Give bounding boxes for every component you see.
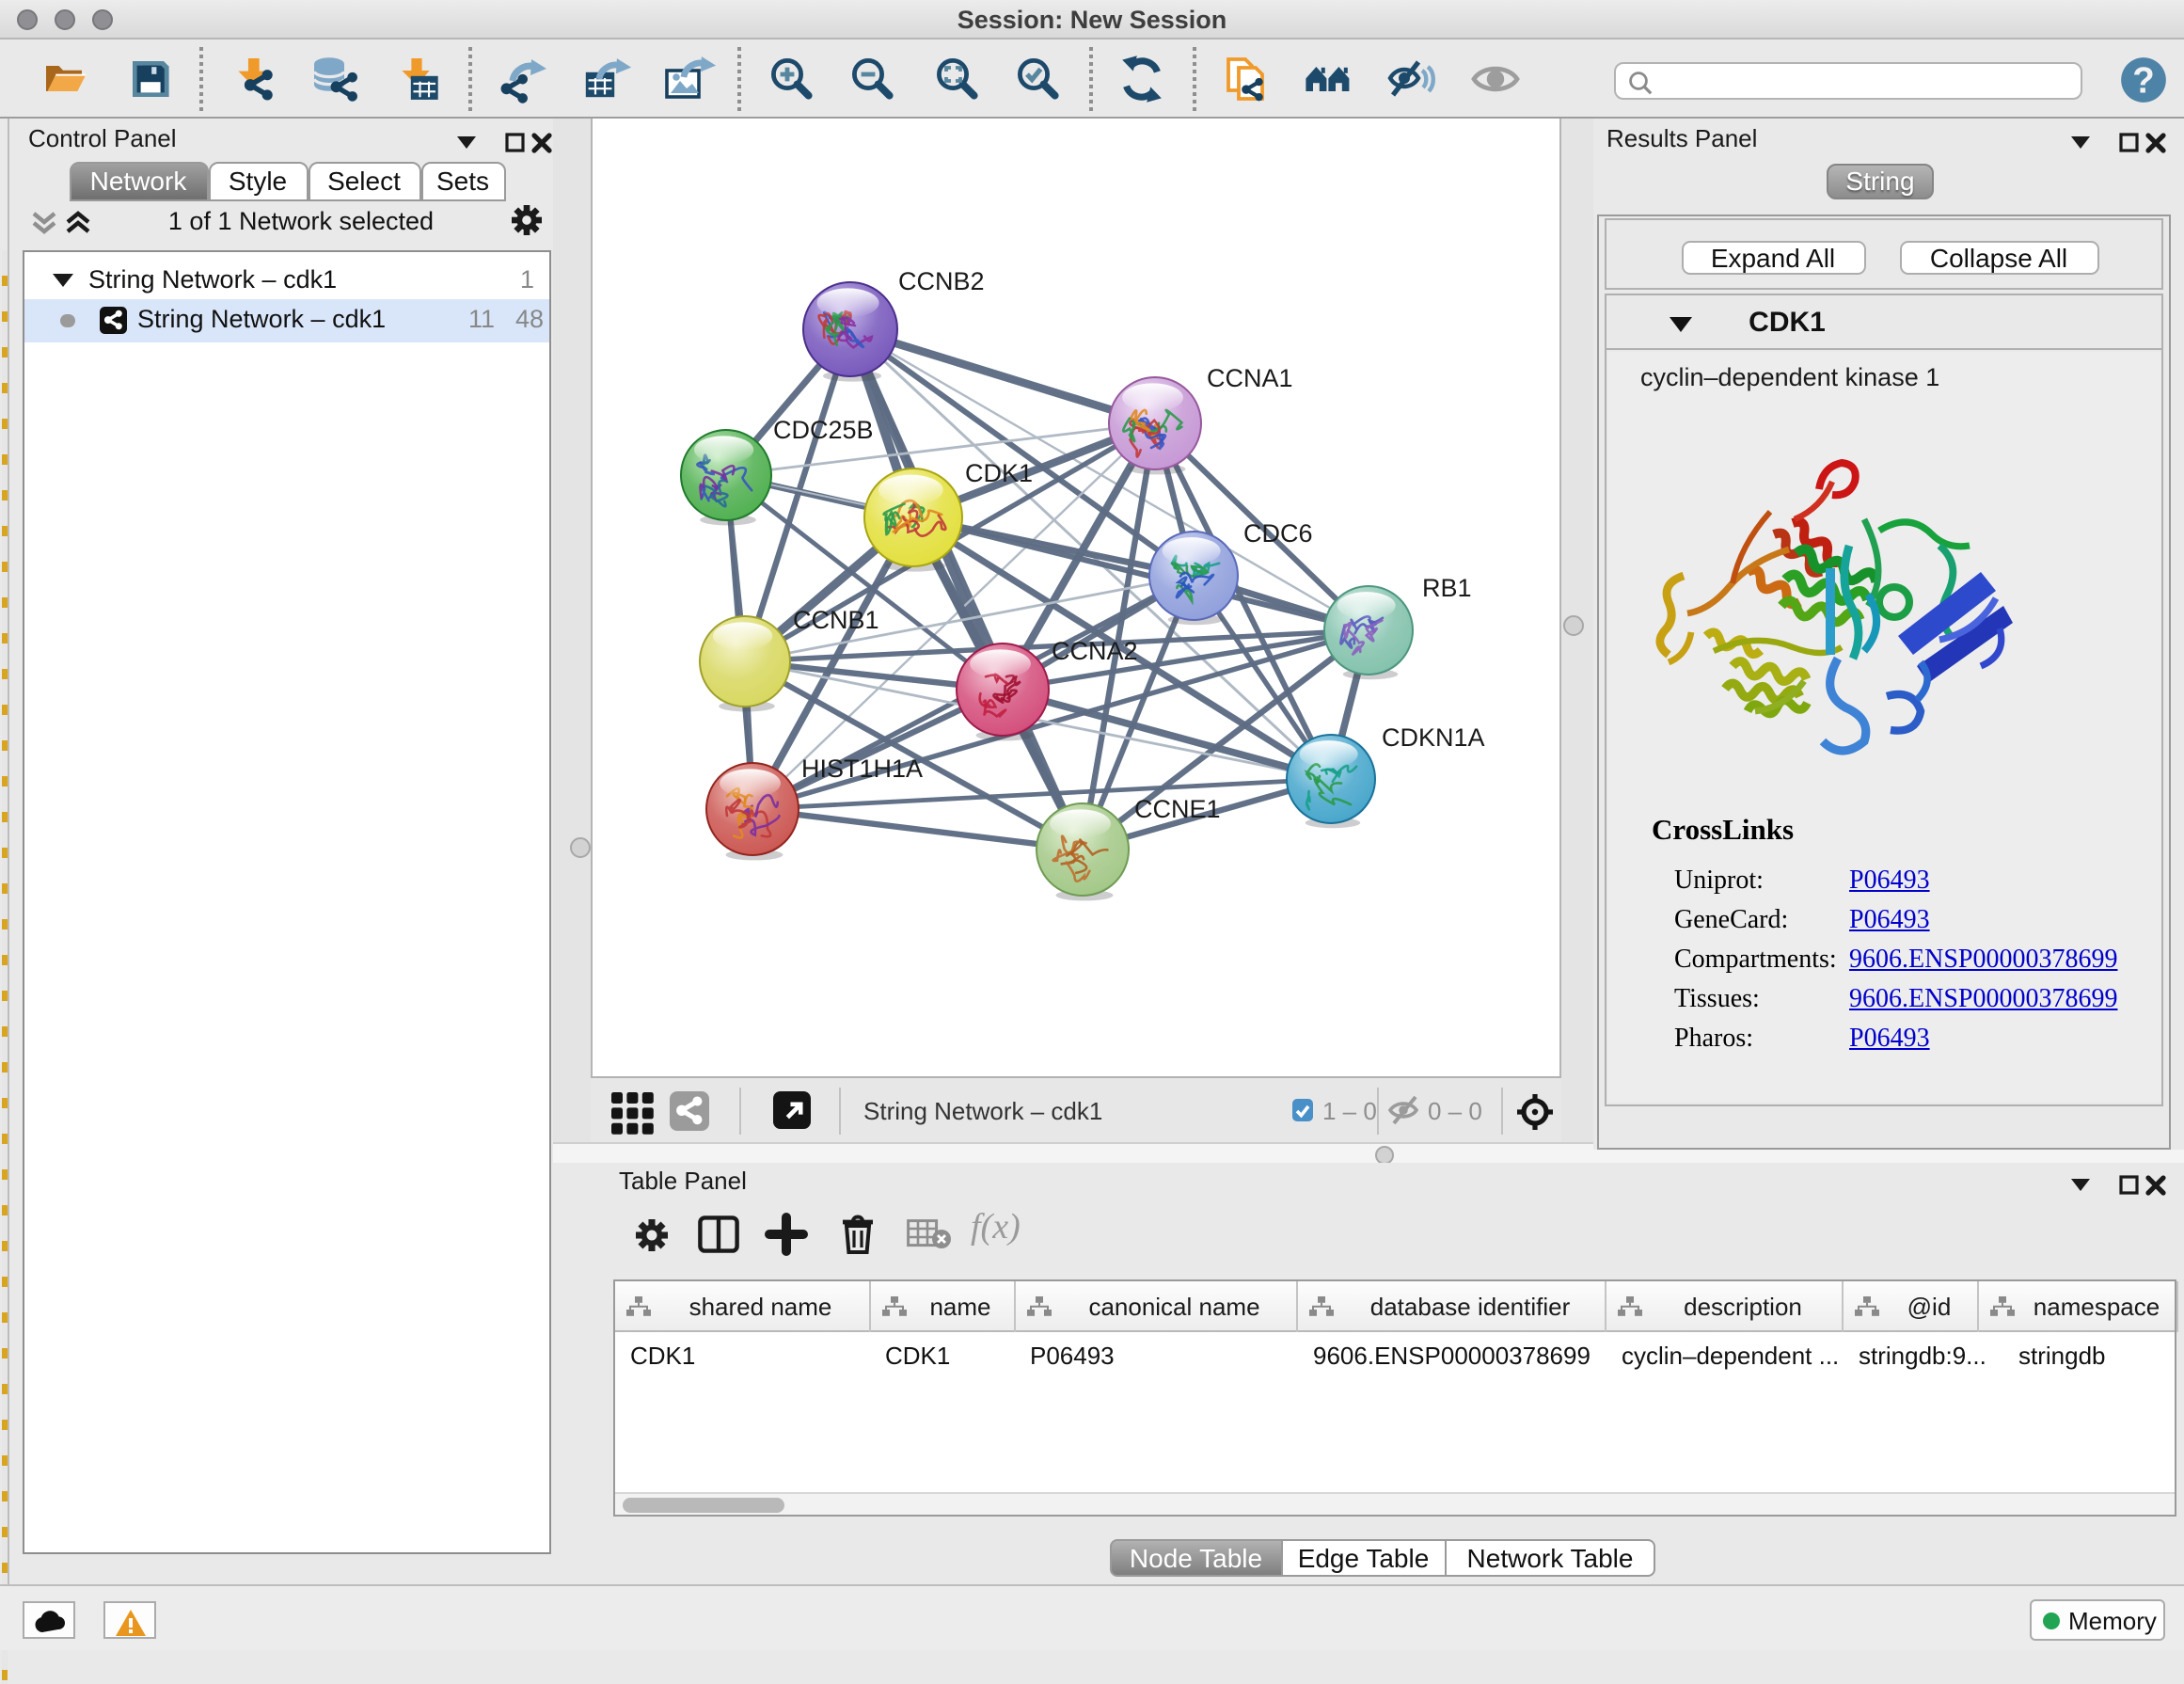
- svg-text:CDK1: CDK1: [965, 459, 1033, 487]
- svg-text:?: ?: [2132, 59, 2155, 100]
- svg-text:CDKN1A: CDKN1A: [1382, 723, 1485, 752]
- svg-text:RB1: RB1: [1422, 574, 1472, 602]
- svg-text:CCNB1: CCNB1: [793, 606, 879, 634]
- svg-text:CCNE1: CCNE1: [1134, 795, 1221, 823]
- svg-text:CCNB2: CCNB2: [898, 267, 985, 295]
- svg-text:CCNA2: CCNA2: [1052, 637, 1138, 665]
- svg-text:CDC25B: CDC25B: [773, 416, 874, 444]
- svg-text:CCNA1: CCNA1: [1207, 364, 1293, 392]
- svg-text:CDC6: CDC6: [1243, 519, 1313, 548]
- svg-text:HIST1H1A: HIST1H1A: [801, 755, 923, 783]
